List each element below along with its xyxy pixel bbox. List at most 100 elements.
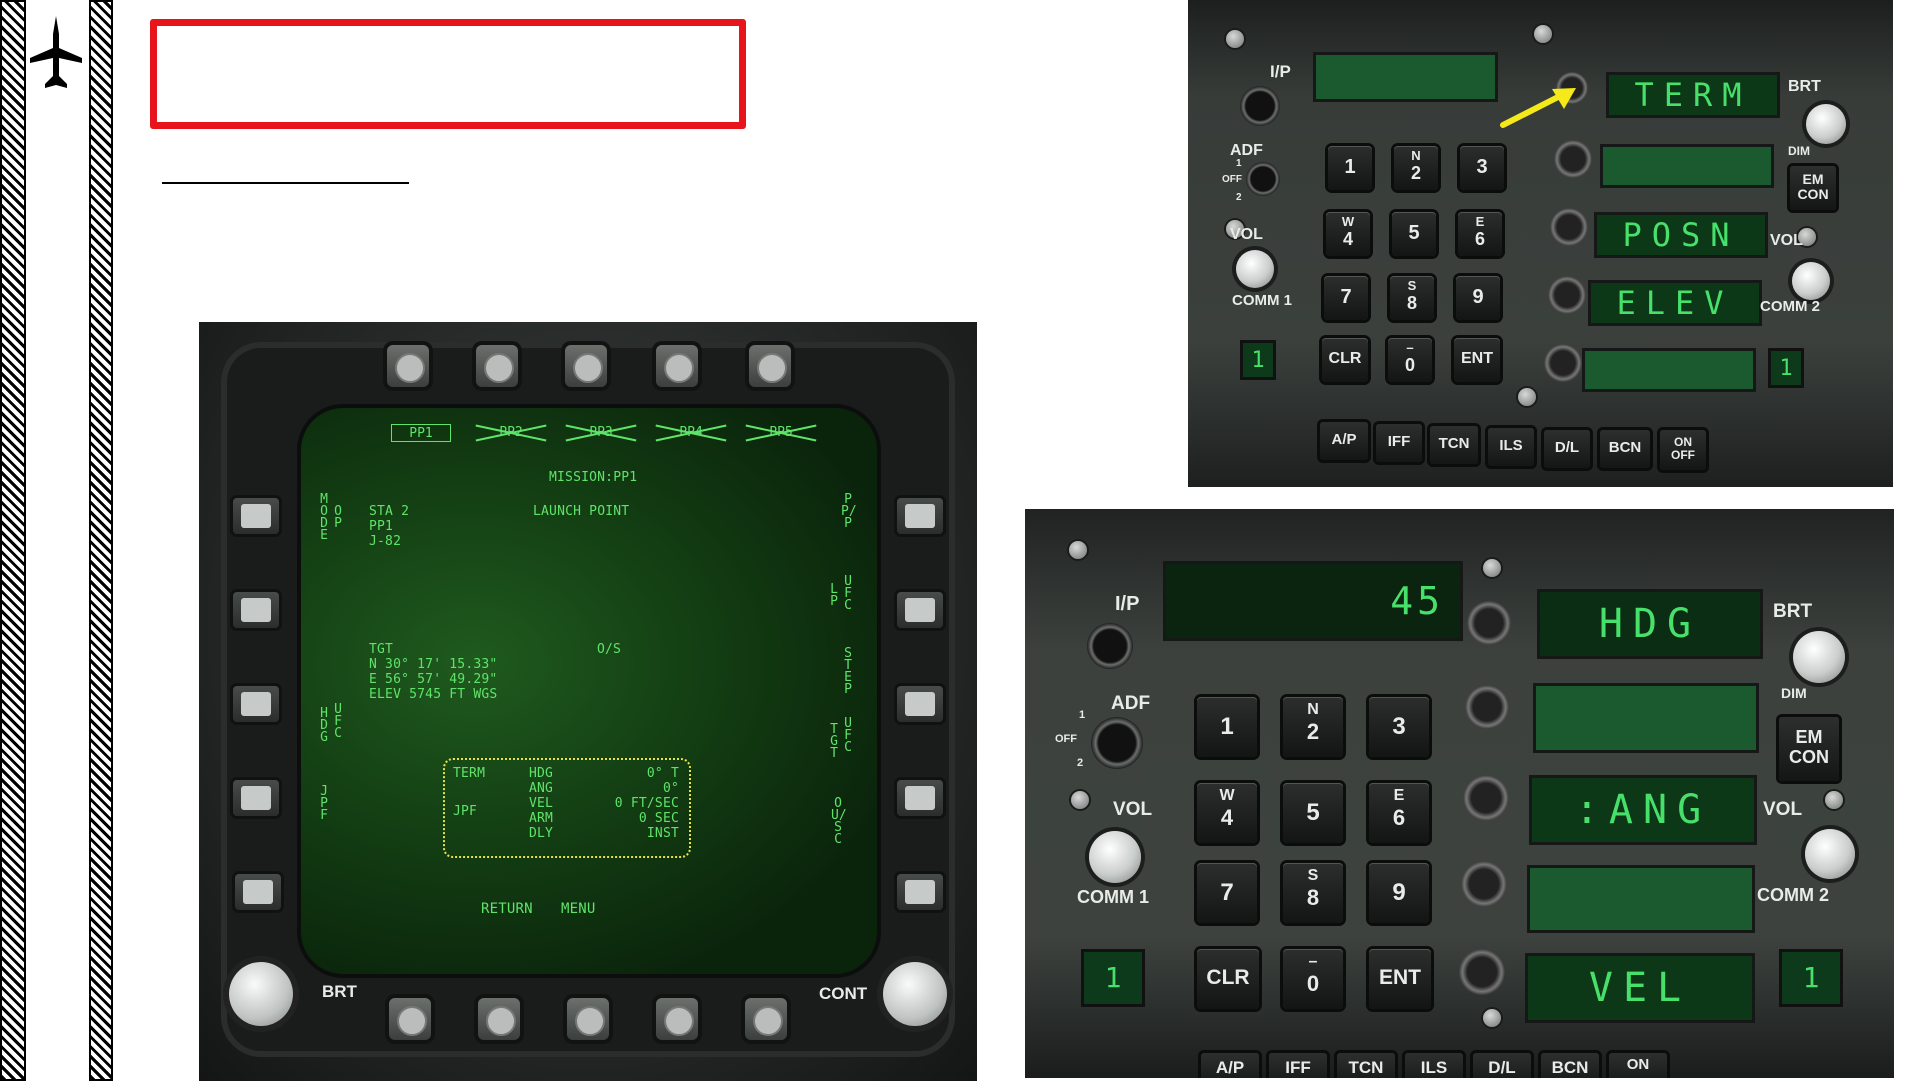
osb-bottom-5[interactable] xyxy=(745,998,787,1040)
osb-left-1[interactable] xyxy=(233,498,279,534)
ils-button[interactable]: ILS xyxy=(1405,1053,1463,1078)
osb-bottom-3[interactable] xyxy=(567,998,609,1040)
key-6[interactable]: E6 xyxy=(1369,783,1429,843)
key-label: 4 xyxy=(1342,229,1353,249)
osb-right-2[interactable] xyxy=(897,592,943,628)
option-display-5 xyxy=(1582,348,1756,392)
key-9[interactable]: 9 xyxy=(1369,863,1429,923)
option-select-4[interactable] xyxy=(1461,861,1507,907)
key-clr[interactable]: CLR xyxy=(1322,338,1368,382)
tcn-button[interactable]: TCN xyxy=(1430,426,1478,464)
key-0[interactable]: –0 xyxy=(1283,949,1343,1009)
option-select-4[interactable] xyxy=(1548,276,1586,314)
key-ent[interactable]: ENT xyxy=(1369,949,1431,1009)
key-5[interactable]: 5 xyxy=(1392,212,1436,256)
osb-right-4[interactable] xyxy=(897,780,943,816)
bcn-button[interactable]: BCN xyxy=(1541,1053,1599,1078)
bcn-button[interactable]: BCN xyxy=(1600,430,1650,468)
osb-top-1[interactable] xyxy=(387,345,429,387)
key-sublabel: – xyxy=(1308,953,1318,970)
cont-knob[interactable] xyxy=(883,962,947,1026)
ap-button[interactable]: A/P xyxy=(1201,1053,1259,1078)
osb-right-3[interactable] xyxy=(897,686,943,722)
vol-right-label: VOL xyxy=(1763,799,1803,820)
osb-left-4[interactable] xyxy=(233,780,279,816)
key-7[interactable]: 7 xyxy=(1197,863,1257,923)
jpf-values: 0° T 0° 0 FT/SEC 0 SEC INST xyxy=(614,766,679,841)
em-con-button[interactable]: EM CON xyxy=(1779,717,1839,781)
key-3[interactable]: 3 xyxy=(1369,697,1429,757)
key-5[interactable]: 5 xyxy=(1283,783,1343,843)
key-0[interactable]: –0 xyxy=(1388,338,1432,382)
key-8[interactable]: S8 xyxy=(1390,276,1434,320)
key-2[interactable]: N2 xyxy=(1283,697,1343,757)
option-select-5[interactable] xyxy=(1544,344,1582,382)
option-select-5[interactable] xyxy=(1459,949,1505,995)
dl-button[interactable]: D/L xyxy=(1473,1053,1531,1078)
osb-bottom-4[interactable] xyxy=(656,998,698,1040)
iff-button[interactable]: IFF xyxy=(1269,1053,1327,1078)
on-off-button[interactable]: ON OFF xyxy=(1660,430,1706,470)
comm2-vol-knob[interactable] xyxy=(1805,829,1855,879)
osb-bottom-1[interactable] xyxy=(389,998,431,1040)
return-label[interactable]: RETURN xyxy=(481,902,533,917)
screw xyxy=(1069,541,1087,559)
key-1[interactable]: 1 xyxy=(1328,146,1372,190)
key-4[interactable]: W4 xyxy=(1197,783,1257,843)
ip-button[interactable] xyxy=(1240,86,1280,126)
comm1-vol-knob[interactable] xyxy=(1236,250,1274,288)
osb-bottom-2[interactable] xyxy=(478,998,520,1040)
osb-top-3[interactable] xyxy=(565,345,607,387)
osb-left-2[interactable] xyxy=(233,592,279,628)
key-clr[interactable]: CLR xyxy=(1197,949,1259,1009)
key-3[interactable]: 3 xyxy=(1460,146,1504,190)
osb-left-5[interactable] xyxy=(235,874,281,910)
key-2[interactable]: N2 xyxy=(1394,146,1438,190)
pp3-tab[interactable]: PP3 xyxy=(571,424,631,442)
key-7[interactable]: 7 xyxy=(1324,276,1368,320)
key-label: 9 xyxy=(1392,879,1406,906)
option-display-1: TERM xyxy=(1606,72,1780,118)
pp5-tab[interactable]: PP5 xyxy=(751,424,811,442)
dl-button[interactable]: D/L xyxy=(1544,430,1590,468)
key-ent[interactable]: ENT xyxy=(1454,338,1500,382)
option-select-2[interactable] xyxy=(1554,140,1592,178)
osb-right-5[interactable] xyxy=(897,874,943,910)
tcn-button[interactable]: TCN xyxy=(1337,1053,1395,1078)
key-8[interactable]: S8 xyxy=(1283,863,1343,923)
adf-switch[interactable] xyxy=(1091,717,1143,769)
osb-top-4[interactable] xyxy=(656,345,698,387)
osb-top-2[interactable] xyxy=(476,345,518,387)
comm2-vol-knob[interactable] xyxy=(1792,262,1830,300)
key-9[interactable]: 9 xyxy=(1456,276,1500,320)
option-select-1[interactable] xyxy=(1467,601,1511,645)
em-con-button[interactable]: EM CON xyxy=(1790,166,1836,210)
brt-knob[interactable] xyxy=(1806,104,1846,144)
comm1-channel: 1 xyxy=(1081,949,1145,1007)
ip-button[interactable] xyxy=(1087,623,1133,669)
osb-left-3[interactable] xyxy=(233,686,279,722)
brt-knob[interactable] xyxy=(1793,631,1845,683)
adf-switch[interactable] xyxy=(1246,162,1280,196)
option-select-2[interactable] xyxy=(1465,685,1509,729)
option-select-3[interactable] xyxy=(1463,775,1509,821)
pp1-tab[interactable]: PP1 xyxy=(391,424,451,442)
ip-label: I/P xyxy=(1115,593,1140,615)
key-sublabel: S xyxy=(1407,278,1417,293)
key-label: 2 xyxy=(1410,163,1421,183)
ap-button[interactable]: A/P xyxy=(1320,422,1368,460)
osb-top-5[interactable] xyxy=(749,345,791,387)
option-select-3[interactable] xyxy=(1550,208,1588,246)
on-off-button[interactable]: ON xyxy=(1609,1053,1667,1078)
osb-right-1[interactable] xyxy=(897,498,943,534)
key-6[interactable]: E6 xyxy=(1458,212,1502,256)
key-4[interactable]: W4 xyxy=(1326,212,1370,256)
menu-label[interactable]: MENU xyxy=(561,902,596,917)
ils-button[interactable]: ILS xyxy=(1488,428,1534,466)
iff-button[interactable]: IFF xyxy=(1376,424,1422,462)
comm1-vol-knob[interactable] xyxy=(1089,831,1141,883)
key-1[interactable]: 1 xyxy=(1197,697,1257,757)
pp4-tab[interactable]: PP4 xyxy=(661,424,721,442)
brt-knob[interactable] xyxy=(229,962,293,1026)
pp2-tab[interactable]: PP2 xyxy=(481,424,541,442)
